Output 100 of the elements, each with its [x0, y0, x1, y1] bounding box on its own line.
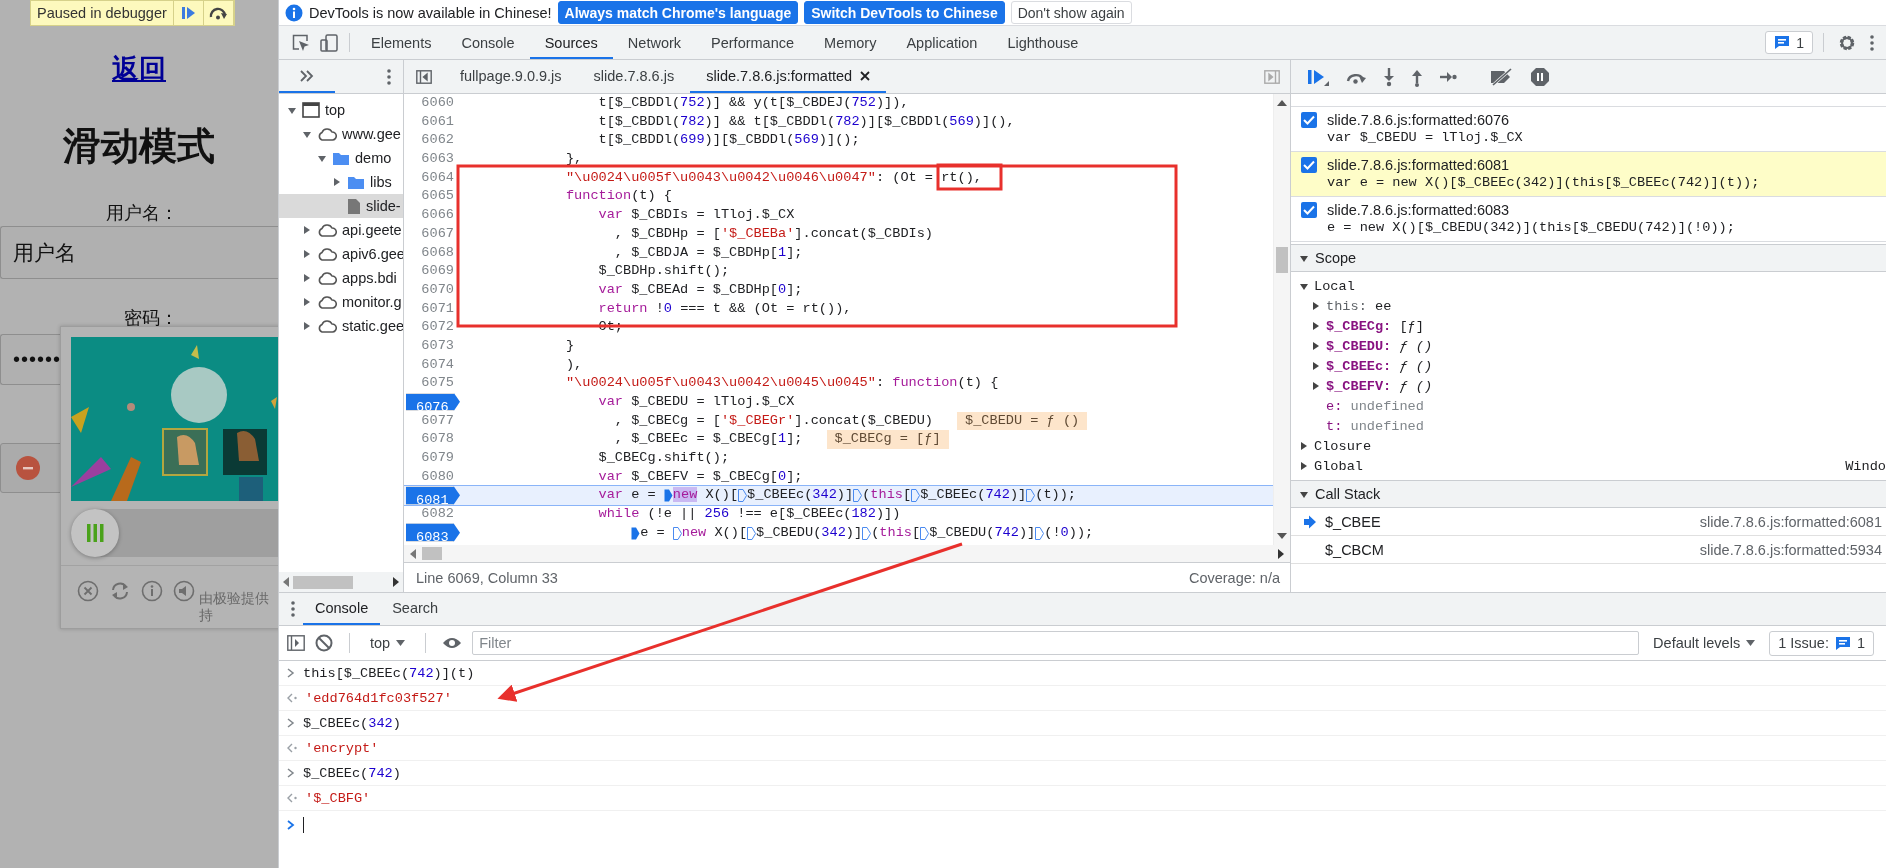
line-number[interactable]: 6079 [406, 449, 460, 468]
step-icon[interactable] [1439, 70, 1457, 83]
panel-tab[interactable]: Memory [809, 28, 892, 59]
call-frame[interactable]: $_CBEE slide.7.8.6.js:formatted:6081 [1291, 508, 1886, 536]
line-number[interactable]: 6062 [406, 131, 460, 151]
filter-field[interactable]: Filter [472, 631, 1640, 655]
close-icon[interactable] [860, 70, 871, 81]
line-number[interactable]: 6064 [406, 168, 460, 188]
scrollbar-thumb[interactable] [422, 547, 442, 560]
tree-item[interactable]: top [279, 98, 403, 122]
expand-arrow-icon[interactable] [1299, 281, 1309, 291]
expand-arrow-icon[interactable] [302, 297, 312, 307]
pause-exceptions-icon[interactable] [1530, 66, 1550, 87]
file-tab[interactable]: fullpage.9.0.9.js [444, 60, 578, 93]
line-number[interactable]: 6070 [406, 280, 460, 300]
expand-arrow-icon[interactable] [302, 249, 312, 259]
eye-icon[interactable] [442, 636, 463, 650]
expand-arrow-icon[interactable] [1299, 489, 1309, 499]
deactivate-breakpoints-icon[interactable] [1490, 67, 1514, 86]
section-header[interactable]: Call Stack [1291, 480, 1886, 508]
inline-breakpoint-icon[interactable] [911, 489, 921, 503]
more-icon[interactable] [387, 68, 391, 85]
expand-arrow-icon[interactable] [302, 225, 312, 235]
line-number[interactable]: 6063 [406, 150, 460, 169]
back-link[interactable]: 返回 [112, 52, 166, 86]
checkbox[interactable] [1301, 202, 1317, 218]
scroll-right-icon[interactable] [393, 577, 399, 587]
scrollbar-thumb[interactable] [1276, 246, 1288, 273]
file-tab[interactable]: slide.7.8.6.js [577, 60, 691, 93]
expand-arrow-icon[interactable] [1311, 341, 1321, 351]
line-number[interactable]: 6060 [406, 94, 460, 113]
scope-name[interactable]: Local [1314, 278, 1355, 294]
line-number[interactable]: 6061 [406, 112, 460, 132]
panel-tab[interactable]: Application [891, 28, 993, 59]
line-number[interactable]: 6080 [406, 467, 460, 487]
expand-arrow-icon[interactable] [1299, 441, 1309, 451]
tree-item[interactable]: slide- [279, 194, 403, 218]
line-number[interactable]: 6078 [406, 430, 460, 450]
expand-arrow-icon[interactable] [1311, 361, 1321, 371]
tree-item[interactable]: static.gee [279, 314, 403, 338]
drawer-tab[interactable]: Console [303, 593, 381, 625]
tree-item[interactable]: api.geete [279, 218, 403, 242]
expand-arrow-icon[interactable] [287, 105, 297, 115]
panel-tab[interactable]: Console [446, 28, 530, 59]
drawer-tab[interactable]: Search [380, 593, 451, 625]
tree-item[interactable]: www.gee [279, 122, 403, 146]
inline-breakpoint-icon[interactable] [1035, 526, 1045, 540]
username-field[interactable]: 用户名 [0, 226, 278, 279]
slider-handle[interactable] [71, 509, 119, 557]
line-number[interactable]: 6067 [406, 224, 460, 244]
breakpoint-item[interactable]: slide.7.8.6.js:formatted:6083 e = new X()[$_CBEDU(342)](this[$_CBEDU(742)](!0)); [1291, 196, 1886, 242]
line-number[interactable]: 6065 [406, 187, 460, 207]
line-number[interactable]: 6073 [406, 336, 460, 356]
infobar-button[interactable]: Switch DevTools to Chinese [804, 1, 1005, 24]
issues-button[interactable]: 1 Issue: 1 [1769, 630, 1874, 656]
scope-name[interactable]: Closure [1314, 438, 1372, 454]
sidebar-icon[interactable] [287, 635, 305, 651]
issues-button[interactable]: 1 [1765, 31, 1813, 54]
inline-breakpoint-icon[interactable] [631, 526, 641, 540]
line-number[interactable]: 6068 [406, 243, 460, 263]
infobar-button[interactable]: Always match Chrome's language [557, 1, 799, 24]
clear-icon[interactable] [315, 634, 333, 652]
inline-breakpoint-icon[interactable] [747, 526, 757, 540]
breakpoint-item[interactable]: slide.7.8.6.js:formatted:6081 var e = new X()[$_CBEEc(342)](this[$_CBEEc(742)](t)); [1291, 151, 1886, 197]
line-number[interactable]: 6069 [406, 262, 460, 281]
expand-arrow-icon[interactable] [302, 273, 312, 283]
expand-arrow-icon[interactable] [302, 321, 312, 331]
panel-tab[interactable]: Network [612, 28, 697, 59]
inline-breakpoint-icon[interactable] [672, 526, 682, 540]
inline-breakpoint-icon[interactable] [862, 526, 872, 540]
line-number[interactable]: 6077 [406, 411, 460, 431]
line-number[interactable]: 6072 [406, 318, 460, 337]
expand-arrow-icon[interactable] [1299, 461, 1309, 471]
checkbox[interactable] [1301, 112, 1317, 128]
context-select[interactable]: top [366, 635, 410, 651]
inline-breakpoint-icon[interactable] [738, 489, 748, 503]
scroll-left-icon[interactable] [410, 548, 416, 559]
inline-breakpoint-icon[interactable] [920, 526, 930, 540]
call-frame[interactable]: $_CBCM slide.7.8.6.js:formatted:5934 [1291, 536, 1886, 564]
checkbox[interactable] [1301, 157, 1317, 173]
step-into-icon[interactable] [1383, 66, 1395, 87]
expand-arrow-icon[interactable] [302, 129, 312, 139]
panel-tab[interactable]: Performance [696, 28, 810, 59]
tree-item[interactable]: apps.bdi [279, 266, 403, 290]
panel-tab[interactable]: Elements [356, 28, 447, 59]
resume-icon[interactable] [1307, 67, 1329, 86]
log-levels-select[interactable]: Default levels [1649, 635, 1760, 651]
line-number[interactable]: 6074 [406, 355, 460, 375]
line-number[interactable]: 6082 [406, 505, 460, 524]
more-icon[interactable] [291, 601, 295, 617]
line-number[interactable]: 6083 [406, 523, 460, 542]
expand-arrow-icon[interactable] [317, 153, 327, 163]
section-header[interactable]: Scope [1291, 244, 1886, 272]
expand-arrow-icon[interactable] [1311, 381, 1321, 391]
scroll-up-icon[interactable] [1277, 100, 1287, 106]
scroll-down-icon[interactable] [1277, 533, 1287, 539]
expand-arrow-icon[interactable] [332, 177, 342, 187]
line-number[interactable]: 6071 [406, 299, 460, 319]
panel-tab[interactable]: Lighthouse [992, 28, 1094, 59]
expand-arrow-icon[interactable] [1311, 301, 1321, 311]
